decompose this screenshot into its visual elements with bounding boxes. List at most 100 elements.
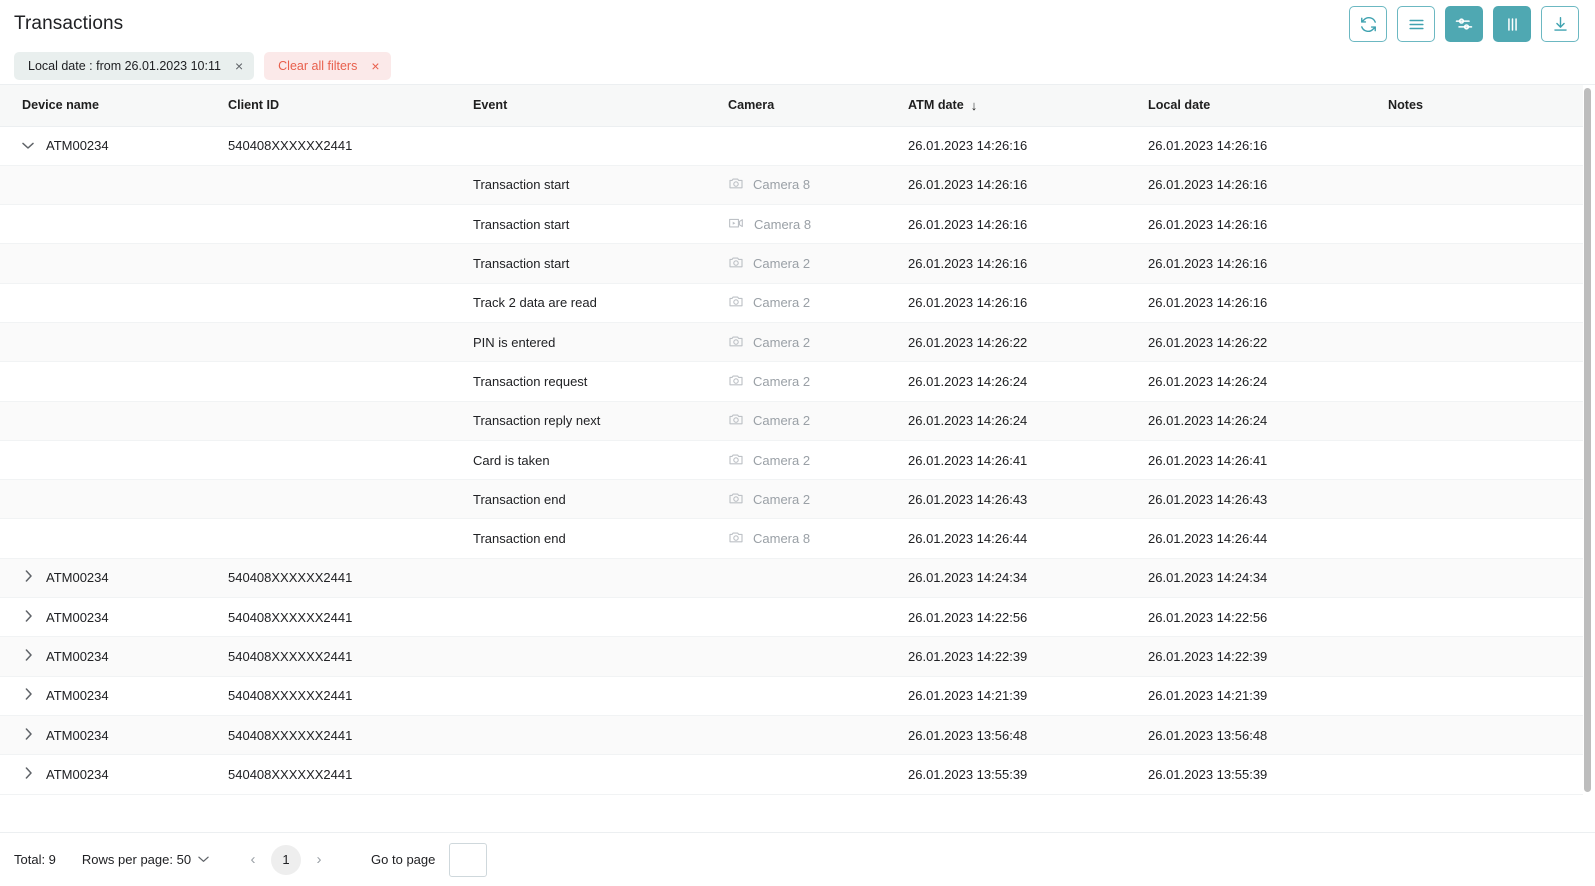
table-row-group[interactable]: ATM00234 540408XXXXXX2441 26.01.2023 14:26… xyxy=(0,126,1583,166)
column-header-local-date[interactable]: Local date xyxy=(1148,85,1388,127)
chevron-down-icon xyxy=(22,138,34,153)
close-icon[interactable]: × xyxy=(371,59,379,73)
total-count-label: Total: 9 xyxy=(14,852,56,867)
cell-device-name xyxy=(0,479,228,520)
toolbar xyxy=(1349,6,1579,42)
go-to-page-input[interactable] xyxy=(449,842,488,877)
table-row-event[interactable]: Track 2 data are read Camera 2 26.01.2023 … xyxy=(0,283,1583,323)
cell-notes xyxy=(1388,401,1583,441)
cell-device-name xyxy=(0,322,228,363)
column-label: Client ID xyxy=(228,98,280,113)
cell-atm-date: 26.01.2023 14:26:41 xyxy=(908,440,1148,481)
clear-all-filters-chip[interactable]: Clear all filters × xyxy=(264,52,391,80)
table-row-group[interactable]: ATM00234 540408XXXXXX2441 26.01.2023 14:21… xyxy=(0,676,1583,716)
list-view-button[interactable] xyxy=(1397,6,1435,42)
cell-event: Transaction end xyxy=(473,479,728,520)
table-row-group[interactable]: ATM00234 540408XXXXXX2441 26.01.2023 14:24… xyxy=(0,558,1583,599)
device-name-label: ATM00234 xyxy=(46,570,109,586)
table-row-event[interactable]: Transaction reply next Camera 2 26.01.2023… xyxy=(0,401,1583,441)
table-row-event[interactable]: Transaction end Camera 8 26.01.2023 14:26:… xyxy=(0,518,1583,559)
table-row-event[interactable]: Transaction start Camera 8 26.01.2023 14:2… xyxy=(0,165,1583,206)
cell-event xyxy=(473,676,728,716)
table-row-event[interactable]: Card is taken Camera 2 26.01.2023 14:26:41… xyxy=(0,440,1583,481)
chevron-down-icon[interactable] xyxy=(22,140,34,152)
cell-local-date: 26.01.2023 14:26:16 xyxy=(1148,126,1388,166)
cell-event xyxy=(473,636,728,677)
chevron-right-icon[interactable] xyxy=(22,609,34,623)
previous-page-button[interactable]: ‹ xyxy=(239,846,267,874)
camera-label: Camera 2 xyxy=(753,334,811,350)
cell-device-name: ATM00234 xyxy=(0,754,228,795)
cell-camera xyxy=(728,126,908,166)
camera-label: Camera 2 xyxy=(753,413,811,429)
chevron-right-icon[interactable] xyxy=(22,570,34,584)
cell-local-date: 26.01.2023 14:22:56 xyxy=(1148,597,1388,638)
cell-client-id xyxy=(228,440,473,481)
cell-event: Transaction end xyxy=(473,518,728,559)
column-header-client-id[interactable]: Client ID xyxy=(228,85,473,127)
go-to-page-label: Go to page xyxy=(371,852,436,867)
column-header-device-name[interactable]: Device name xyxy=(0,85,228,127)
vertical-scrollbar-thumb[interactable] xyxy=(1584,88,1591,792)
cell-camera: Camera 2 xyxy=(728,283,908,323)
column-header-notes[interactable]: Notes xyxy=(1388,85,1583,127)
cell-atm-date: 26.01.2023 14:26:16 xyxy=(908,204,1148,245)
photo-camera-icon xyxy=(728,293,744,312)
cell-event: Card is taken xyxy=(473,440,728,481)
cell-local-date: 26.01.2023 14:26:16 xyxy=(1148,204,1388,245)
cell-event: Transaction start xyxy=(473,243,728,284)
cell-event xyxy=(473,754,728,795)
table-row-group[interactable]: ATM00234 540408XXXXXX2441 26.01.2023 14:22… xyxy=(0,636,1583,677)
cell-camera: Camera 2 xyxy=(728,361,908,402)
cell-device-name xyxy=(0,518,228,559)
column-header-atm-date[interactable]: ATM date ↓ xyxy=(908,85,1148,127)
cell-client-id: 540408XXXXXX2441 xyxy=(228,636,473,677)
chevron-right-icon[interactable] xyxy=(22,727,34,741)
transactions-table-container: Device name Client ID Event Camera ATM d… xyxy=(0,84,1595,832)
refresh-button[interactable] xyxy=(1349,6,1387,42)
cell-local-date: 26.01.2023 14:26:16 xyxy=(1148,165,1388,206)
cell-camera: Camera 2 xyxy=(728,401,908,441)
column-header-camera[interactable]: Camera xyxy=(728,85,908,127)
photo-camera-icon xyxy=(728,529,744,548)
cell-event: Transaction reply next xyxy=(473,401,728,441)
table-row-event[interactable]: Transaction start Camera 8 26.01.2023 14:2… xyxy=(0,204,1583,245)
cell-local-date: 26.01.2023 14:26:16 xyxy=(1148,283,1388,323)
cell-notes xyxy=(1388,361,1583,402)
rows-per-page-select[interactable]: Rows per page: 50 xyxy=(82,852,209,867)
table-row-group[interactable]: ATM00234 540408XXXXXX2441 26.01.2023 14:22… xyxy=(0,597,1583,638)
filter-chip-local-date[interactable]: Local date : from 26.01.2023 10:11 × xyxy=(14,52,255,80)
download-button[interactable] xyxy=(1541,6,1579,42)
table-row-event[interactable]: PIN is entered Camera 2 26.01.2023 14:26:2… xyxy=(0,322,1583,363)
page-number-1[interactable]: 1 xyxy=(271,844,302,875)
cell-notes xyxy=(1388,243,1583,284)
chevron-right-icon[interactable] xyxy=(22,767,34,780)
cell-camera: Camera 2 xyxy=(728,243,908,284)
table-row-event[interactable]: Transaction end Camera 2 26.01.2023 14:26:… xyxy=(0,479,1583,520)
chevron-right-icon[interactable] xyxy=(22,688,34,702)
chevron-right-icon[interactable] xyxy=(22,649,34,663)
video-camera-icon xyxy=(728,215,745,234)
next-page-button[interactable]: › xyxy=(305,846,333,874)
cell-notes xyxy=(1388,715,1583,756)
cell-device-name xyxy=(0,283,228,323)
cell-client-id: 540408XXXXXX2441 xyxy=(228,126,473,166)
filter-settings-button[interactable] xyxy=(1445,6,1483,42)
cell-event: Track 2 data are read xyxy=(473,283,728,323)
transactions-page: Transactions Local date: from 26.01.202… xyxy=(0,0,1595,886)
sort-descending-icon[interactable]: ↓ xyxy=(971,99,978,112)
table-row-group[interactable]: ATM00234 540408XXXXXX2441 26.01.2023 13:55… xyxy=(0,754,1583,795)
cell-client-id xyxy=(228,165,473,206)
table-row-group[interactable]: ATM00234 540408XXXXXX2441 26.01.2023 13:56… xyxy=(0,715,1583,756)
close-icon[interactable]: × xyxy=(235,59,243,73)
cell-client-id: 540408XXXXXX2441 xyxy=(228,754,473,795)
table-row-event[interactable]: Transaction start Camera 2 26.01.2023 14:2… xyxy=(0,243,1583,284)
columns-button[interactable] xyxy=(1493,6,1531,42)
cell-client-id xyxy=(228,322,473,363)
table-row-event[interactable]: Transaction request Camera 2 26.01.2023 14… xyxy=(0,361,1583,402)
cell-client-id xyxy=(228,479,473,520)
cell-camera: Camera 2 xyxy=(728,322,908,363)
clear-all-filters-label: Clear all filters xyxy=(278,59,358,73)
column-header-event[interactable]: Event xyxy=(473,85,728,127)
cell-atm-date: 26.01.2023 14:26:43 xyxy=(908,479,1148,520)
